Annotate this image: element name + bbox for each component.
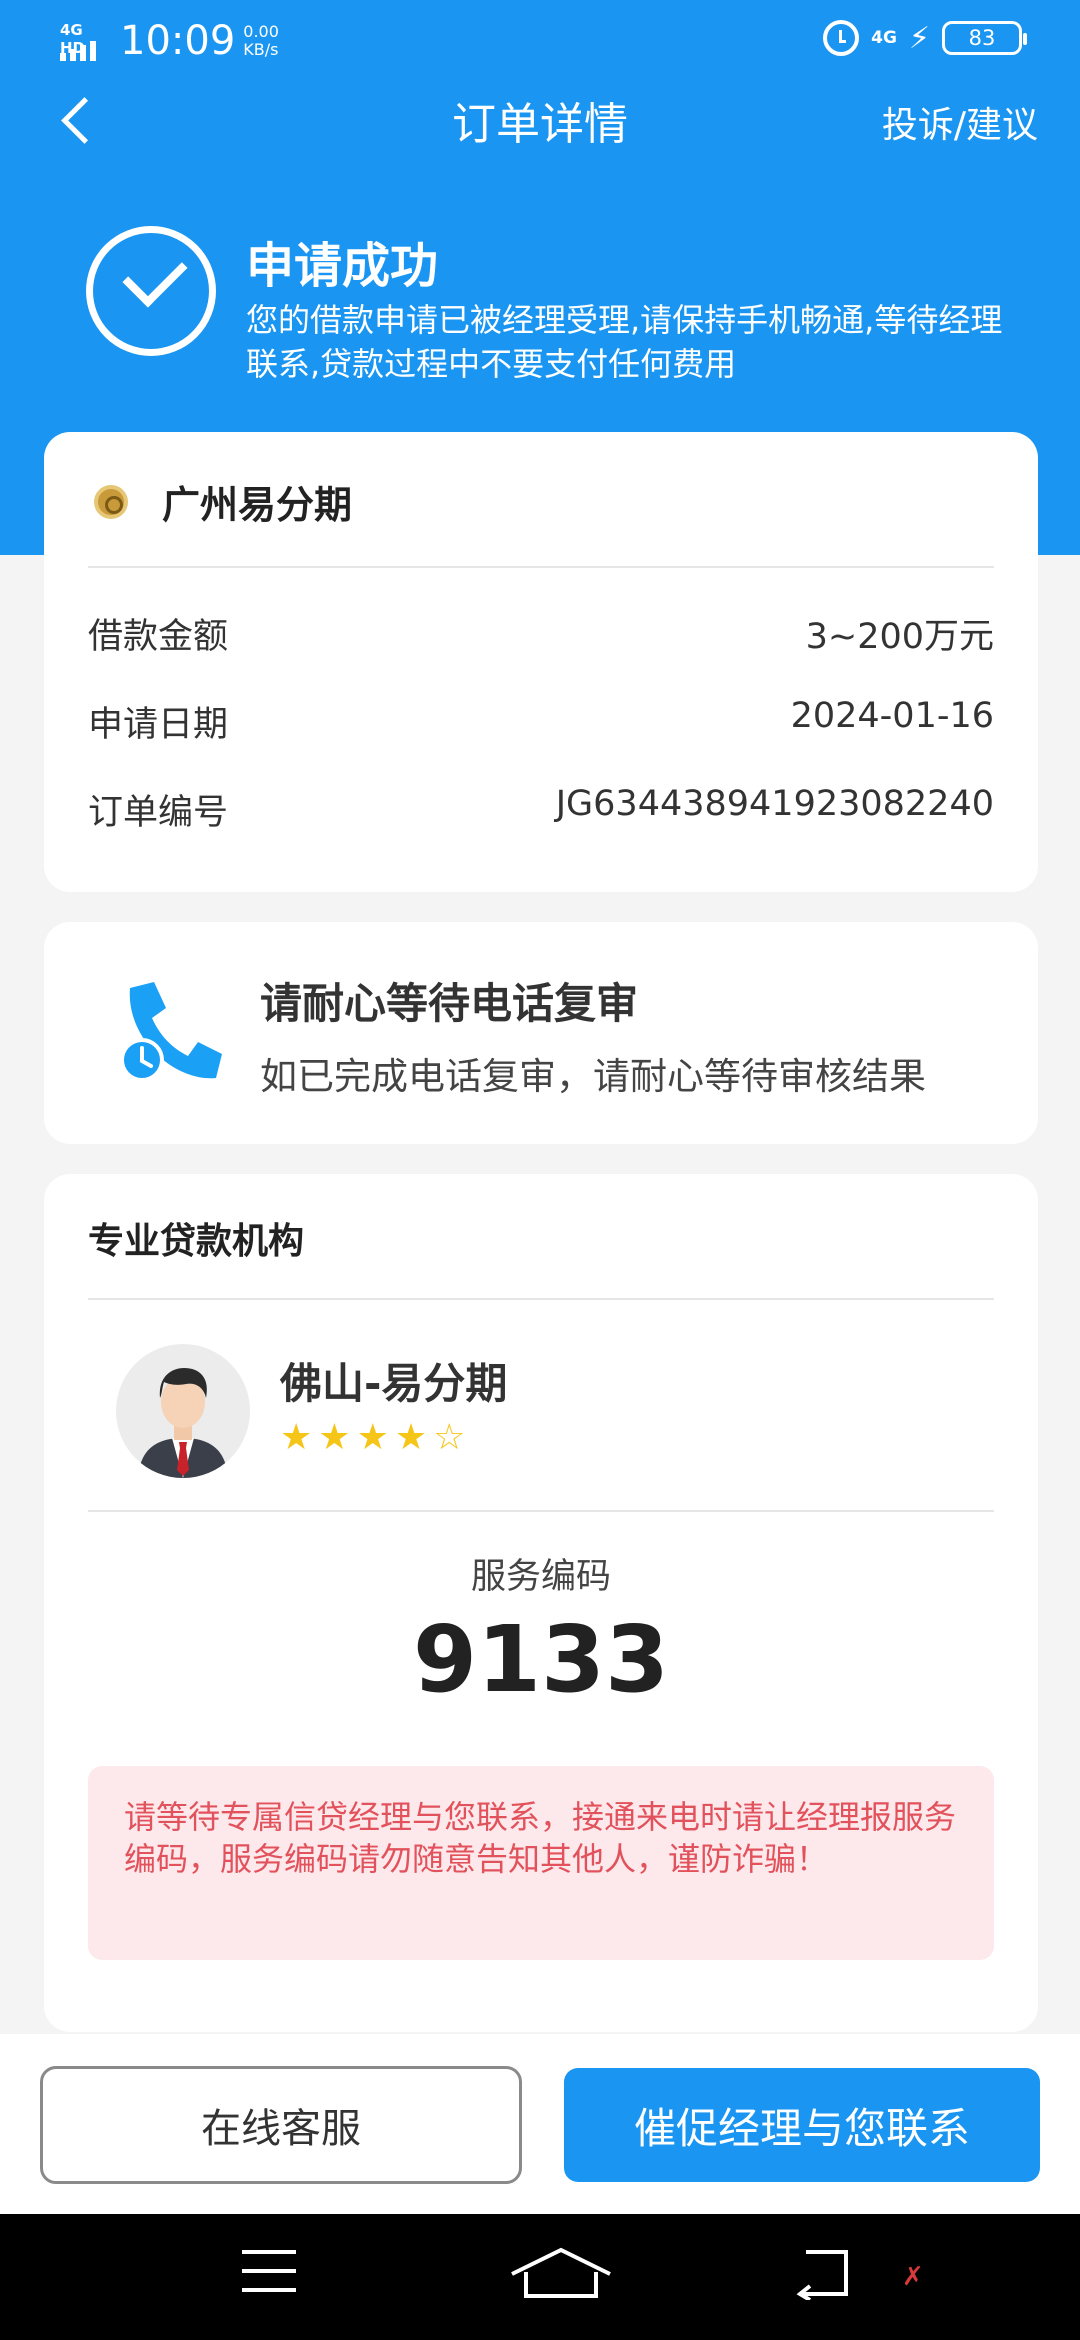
- network-type: 4G: [871, 28, 897, 48]
- row-value: 2024-01-16: [790, 696, 994, 736]
- star-filled-icon: ★: [394, 1417, 428, 1458]
- star-filled-icon: ★: [280, 1417, 313, 1458]
- clock: 10:09: [120, 18, 236, 64]
- menu-icon[interactable]: [242, 2250, 296, 2292]
- row-label: 申请日期: [88, 705, 229, 745]
- divider: [88, 1510, 994, 1512]
- order-number-row: 订单编号 JG634438941923082240: [88, 784, 994, 834]
- review-title: 请耐心等待电话复审: [260, 979, 639, 1028]
- lender-name: 广州易分期: [162, 483, 353, 527]
- charging-icon: ⚡: [908, 20, 930, 56]
- review-card: 请耐心等待电话复审 如已完成电话复审，请耐心等待审核结果: [44, 922, 1038, 1144]
- agent-name: 佛山-易分期: [280, 1359, 508, 1408]
- network-speed: 0.00 KB/s: [243, 23, 279, 59]
- row-label: 借款金额: [88, 617, 229, 657]
- service-code-value: 9133: [412, 1606, 670, 1713]
- status-left: 4G HD 10:09 0.00 KB/s: [60, 18, 279, 64]
- speed-unit: KB/s: [243, 40, 279, 59]
- star-filled-icon: ★: [318, 1417, 351, 1458]
- urge-manager-button[interactable]: 催促经理与您联系: [564, 2068, 1040, 2182]
- star-rating: ★ ★ ★ ★ ☆: [280, 1420, 465, 1456]
- row-value: 3~200万元: [805, 617, 994, 657]
- lender-card: 广州易分期 借款金额 3~200万元 申请日期 2024-01-16 订单编号 …: [44, 432, 1038, 892]
- bottom-action-bar: 在线客服 催促经理与您联系: [0, 2034, 1080, 2214]
- person-icon: [138, 1368, 228, 1478]
- row-value: JG634438941923082240: [555, 784, 994, 824]
- star-filled-icon: ★: [356, 1417, 389, 1458]
- status-right: 4G ⚡ 83: [823, 20, 1027, 56]
- phone-clock-icon: [120, 982, 222, 1082]
- check-circle-icon: [86, 226, 216, 356]
- signal-icon: 4G HD: [60, 21, 108, 61]
- review-description: 如已完成电话复审，请耐心等待审核结果: [260, 1055, 926, 1098]
- loan-amount-row: 借款金额 3~200万元: [88, 608, 994, 658]
- fraud-warning: 请等待专属信贷经理与您联系，接通来电时请让经理报服务编码，服务编码请勿随意告知其…: [88, 1766, 994, 1960]
- agency-card: 专业贷款机构 佛山-易分期 ★ ★ ★ ★ ☆ 服务编码 9133 请等待专属信…: [44, 1174, 1038, 2032]
- service-code-label: 服务编码: [470, 1557, 611, 1597]
- back-icon[interactable]: [796, 2244, 856, 2300]
- row-label: 订单编号: [88, 793, 229, 833]
- lender-header: 广州易分期: [94, 474, 352, 529]
- star-empty-icon: ☆: [433, 1417, 466, 1458]
- alarm-icon: [823, 20, 860, 56]
- system-navigation-bar: ✗: [0, 2214, 1080, 2340]
- complaint-link[interactable]: 投诉/建议: [882, 96, 1038, 148]
- apply-date-row: 申请日期 2024-01-16: [88, 696, 994, 746]
- battery-icon: 83: [942, 21, 1027, 55]
- agency-title: 专业贷款机构: [88, 1221, 305, 1262]
- success-title: 申请成功: [246, 238, 439, 294]
- status-bar: 4G HD 10:09 0.00 KB/s 4G ⚡ 83: [0, 0, 1080, 80]
- coin-icon: [94, 484, 128, 519]
- speed-value: 0.00: [243, 22, 279, 41]
- divider: [88, 1298, 994, 1300]
- watermark-logo-icon: ✗: [902, 2262, 924, 2292]
- online-service-button[interactable]: 在线客服: [40, 2066, 522, 2184]
- home-icon[interactable]: [506, 2244, 616, 2300]
- divider: [88, 566, 994, 568]
- success-description: 您的借款申请已被经理受理,请保持手机畅通,等待经理联系,贷款过程中不要支付任何费…: [246, 301, 1003, 383]
- avatar: [116, 1344, 250, 1478]
